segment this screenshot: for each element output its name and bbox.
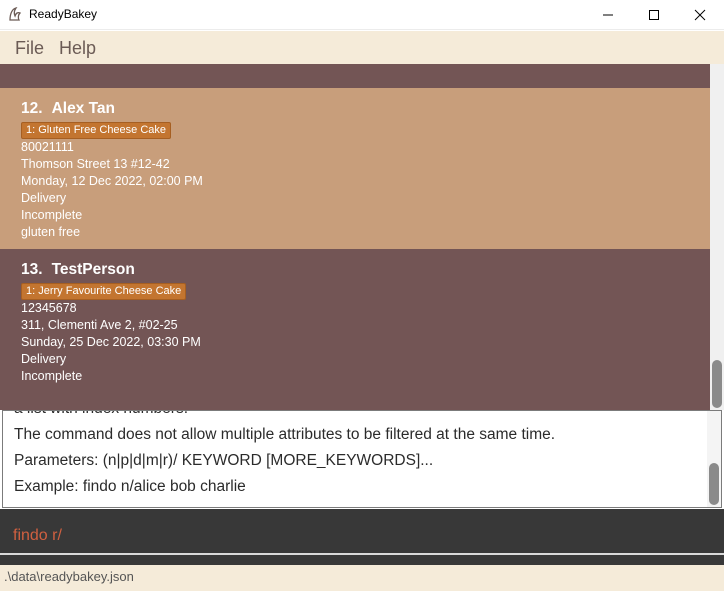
menu-file[interactable]: File: [15, 38, 44, 59]
title-bar: ReadyBakey: [0, 0, 724, 30]
minimize-icon: [603, 14, 613, 16]
order-list[interactable]: 12. Alex Tan 1: Gluten Free Cheese Cake 8…: [0, 64, 710, 410]
order-list-scrollbar[interactable]: [710, 64, 724, 410]
window-title: ReadyBakey: [29, 7, 98, 21]
result-line: Parameters: (n|p|d|m|r)/ KEYWORD [MORE_K…: [14, 452, 434, 469]
minimize-button[interactable]: [585, 0, 631, 30]
close-button[interactable]: [677, 0, 723, 30]
customer-name: Alex Tan: [51, 100, 116, 117]
order-list-scroll-thumb[interactable]: [712, 360, 722, 408]
customer-name: TestPerson: [51, 261, 135, 278]
order-header: 13. TestPerson: [21, 261, 135, 279]
command-underline: [0, 553, 724, 555]
address: 311, Clementi Ave 2, #02-25: [21, 318, 178, 332]
cake-tag: 1: Jerry Favourite Cheese Cake: [21, 283, 187, 300]
phone-number: 12345678: [21, 301, 77, 315]
order-index: 13.: [21, 261, 43, 278]
maximize-icon: [649, 10, 659, 20]
order-card-13[interactable]: 13. TestPerson 1: Jerry Favourite Cheese …: [0, 249, 710, 410]
readybakey-logo-icon: [9, 6, 22, 21]
command-box[interactable]: findo r/: [0, 509, 724, 565]
maximize-button[interactable]: [631, 0, 677, 30]
close-icon: [694, 9, 706, 21]
result-scroll-thumb[interactable]: [709, 463, 719, 505]
result-line: a list with index numbers.: [14, 411, 188, 418]
result-line: The command does not allow multiple attr…: [14, 426, 556, 443]
status-bar: .\data\readybakey.json: [0, 565, 724, 591]
order-index: 12.: [21, 100, 43, 117]
order-remark: gluten free: [21, 225, 81, 239]
command-input[interactable]: findo r/: [13, 527, 62, 545]
order-header: 12. Alex Tan: [21, 100, 115, 118]
result-line: Example: findo n/alice bob charlie: [14, 478, 246, 495]
cake-tag: 1: Gluten Free Cheese Cake: [21, 122, 172, 139]
menu-help[interactable]: Help: [59, 38, 96, 59]
address: Thomson Street 13 #12-42: [21, 157, 170, 171]
order-status: Incomplete: [21, 208, 83, 222]
result-display: a list with index numbers. The command d…: [2, 410, 722, 508]
menu-bar: File Help: [0, 31, 724, 64]
delivery-datetime: Sunday, 25 Dec 2022, 03:30 PM: [21, 335, 201, 349]
order-card-12[interactable]: 12. Alex Tan 1: Gluten Free Cheese Cake 8…: [0, 88, 710, 249]
delivery-method: Delivery: [21, 352, 67, 366]
delivery-method: Delivery: [21, 191, 67, 205]
delivery-datetime: Monday, 12 Dec 2022, 02:00 PM: [21, 174, 203, 188]
phone-number: 80021111: [21, 140, 74, 154]
order-status: Incomplete: [21, 369, 83, 383]
save-file-path: .\data\readybakey.json: [4, 569, 134, 584]
